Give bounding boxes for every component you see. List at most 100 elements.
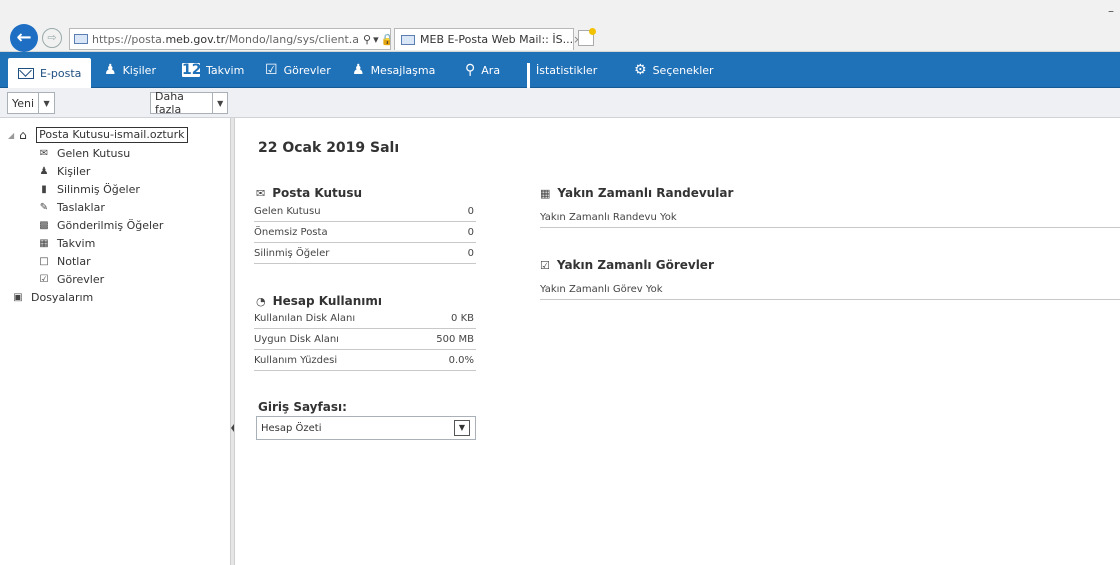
nav-email[interactable]: E-posta — [8, 58, 92, 88]
pane-splitter[interactable] — [230, 118, 235, 565]
nav-messaging-label: Mesajlaşma — [370, 63, 436, 77]
account-row: Kullanım Yüzdesi 0.0% — [254, 350, 476, 371]
back-button[interactable]: ← — [10, 24, 38, 52]
nav-messaging[interactable]: ♟ Mesajlaşma — [352, 52, 435, 88]
sidebar-item-calendar[interactable]: ▦ Takvim — [38, 237, 95, 250]
sidebar-item-files[interactable]: ▣ Dosyalarım — [12, 291, 93, 304]
nav-tasks-label: Görevler — [283, 63, 331, 77]
sidebar-item-sent[interactable]: ▩ Gönderilmiş Öğeler — [38, 219, 163, 232]
nav-statistics[interactable]: İstatistikler — [527, 52, 598, 93]
home-page-selected: Hesap Özeti — [261, 422, 322, 434]
mailbox-row: Önemsiz Posta 0 — [254, 222, 476, 243]
tree-root[interactable]: ◢ ⌂ Posta Kutusu-ismail.ozturk — [8, 127, 188, 143]
row-label: Önemsiz Posta — [254, 226, 328, 238]
sidebar-item-contacts[interactable]: ♟ Kişiler — [38, 165, 91, 178]
more-label: Daha fazla — [155, 90, 184, 116]
nav-tasks[interactable]: ☑ Görevler — [265, 52, 331, 88]
account-row: Uygun Disk Alanı 500 MB — [254, 329, 476, 350]
sidebar-item-label: Taslaklar — [57, 201, 105, 214]
collapse-icon[interactable]: ◢ — [8, 131, 14, 140]
url-path: /Mondo/lang/sys/client.a — [225, 32, 360, 46]
note-icon: □ — [39, 256, 49, 267]
mailbox-root-label[interactable]: Posta Kutusu-ismail.ozturk — [36, 127, 188, 143]
row-label: Uygun Disk Alanı — [254, 333, 339, 345]
chart-icon — [527, 63, 530, 93]
chevron-down-icon[interactable]: ▼ — [212, 93, 227, 113]
appointments-empty-label: Yakın Zamanlı Randevu Yok — [540, 212, 677, 223]
mailbox-section-title: ✉ Posta Kutusu — [256, 186, 362, 200]
row-value: 0 — [467, 226, 474, 238]
folder-tree: ◢ ⌂ Posta Kutusu-ismail.ozturk ✉ Gelen K… — [0, 118, 230, 565]
nav-statistics-label: İstatistikler — [536, 63, 598, 77]
sidebar-item-inbox[interactable]: ✉ Gelen Kutusu — [38, 147, 130, 160]
tasks-section-title: ☑ Yakın Zamanlı Görevler — [540, 258, 714, 272]
mailbox-row: Silinmiş Öğeler 0 — [254, 243, 476, 264]
toolbar: Yeni ▼ Daha fazla ▼ — [0, 88, 1120, 118]
sidebar-item-label: Dosyalarım — [31, 291, 94, 304]
account-section-title: ◔ Hesap Kullanımı — [256, 294, 382, 308]
url-domain: meb.gov.tr — [165, 32, 226, 46]
page-title: 22 Ocak 2019 Salı — [258, 140, 400, 156]
sidebar-item-drafts[interactable]: ✎ Taslaklar — [38, 201, 105, 214]
gear-icon: ⚙ — [634, 62, 647, 78]
appointments-empty: Yakın Zamanlı Randevu Yok — [540, 208, 1120, 228]
person-icon: ♟ — [104, 62, 117, 78]
sidebar-item-label: Silinmiş Öğeler — [57, 183, 140, 196]
calendar-icon: ▦ — [540, 186, 551, 200]
sidebar-item-label: Kişiler — [57, 165, 91, 178]
new-label: Yeni — [12, 96, 35, 110]
envelope-icon: ✉ — [39, 148, 49, 159]
mailbox-title-label: Posta Kutusu — [272, 186, 363, 200]
nav-search[interactable]: ⚲ Ara — [465, 52, 500, 88]
appointments-title-label: Yakın Zamanlı Randevular — [557, 186, 734, 200]
trash-icon: ▮ — [41, 184, 47, 195]
main-panel: 22 Ocak 2019 Salı ✉ Posta Kutusu Gelen K… — [236, 118, 1120, 565]
nav-search-label: Ara — [481, 63, 501, 77]
more-dropdown[interactable]: Daha fazla ▼ — [150, 90, 228, 116]
row-label: Kullanılan Disk Alanı — [254, 312, 356, 324]
new-dropdown[interactable]: Yeni ▼ — [7, 92, 55, 114]
row-value: 0 KB — [451, 312, 474, 324]
forward-button[interactable]: ⇨ — [42, 28, 62, 48]
tab-title: MEB E-Posta Web Mail:: İS... — [420, 33, 574, 46]
calendar-icon: 12 — [182, 62, 202, 78]
nav-calendar[interactable]: 12 Takvim — [182, 52, 244, 88]
tasks-title-label: Yakın Zamanlı Görevler — [556, 258, 714, 272]
account-title-label: Hesap Kullanımı — [272, 294, 383, 308]
sidebar-item-label: Görevler — [57, 273, 105, 286]
nav-email-label: E-posta — [40, 66, 82, 80]
envelope-icon: ✉ — [256, 186, 266, 200]
home-page-select[interactable]: Hesap Özeti ▼ — [256, 416, 476, 440]
browser-tab[interactable]: MEB E-Posta Web Mail:: İS... × — [394, 28, 582, 50]
new-tab-button[interactable] — [578, 28, 596, 46]
chevron-down-icon[interactable]: ▼ — [454, 420, 470, 436]
person-icon: ♟ — [39, 166, 49, 177]
nav-contacts[interactable]: ♟ Kişiler — [104, 52, 156, 88]
home-page-label: Giriş Sayfası: — [258, 400, 347, 414]
row-label: Kullanım Yüzdesi — [254, 354, 338, 366]
account-row: Kullanılan Disk Alanı 0 KB — [254, 308, 476, 329]
site-envelope-icon — [74, 34, 88, 44]
tasks-empty: Yakın Zamanlı Görev Yok — [540, 280, 1120, 300]
row-value: 0 — [467, 205, 474, 217]
sidebar-item-tasks[interactable]: ☑ Görevler — [38, 273, 105, 286]
tab-envelope-icon — [401, 34, 415, 45]
nav-options-label: Seçenekler — [652, 63, 714, 77]
sidebar-item-label: Takvim — [57, 237, 96, 250]
home-icon: ⌂ — [19, 128, 27, 142]
sidebar-item-deleted[interactable]: ▮ Silinmiş Öğeler — [38, 183, 140, 196]
nav-options[interactable]: ⚙ Seçenekler — [634, 52, 714, 88]
address-controls[interactable]: ⚲▾🔒↻ — [363, 33, 390, 46]
nav-calendar-label: Takvim — [206, 63, 245, 77]
tasks-icon: ☑ — [265, 62, 278, 78]
chevron-down-icon[interactable]: ▼ — [38, 93, 54, 113]
sidebar-item-notes[interactable]: □ Notlar — [38, 255, 91, 268]
minimize-button[interactable]: – — [1108, 4, 1114, 18]
sidebar-item-label: Notlar — [57, 255, 91, 268]
row-value: 500 MB — [436, 333, 474, 345]
calendar-icon: ▦ — [39, 238, 49, 249]
sent-icon: ▩ — [39, 220, 49, 231]
search-icon: ⚲ — [465, 62, 476, 78]
appointments-section-title: ▦ Yakın Zamanlı Randevular — [540, 186, 733, 200]
address-bar[interactable]: https://posta. meb.gov.tr/Mondo/lang/sys/… — [69, 28, 391, 50]
